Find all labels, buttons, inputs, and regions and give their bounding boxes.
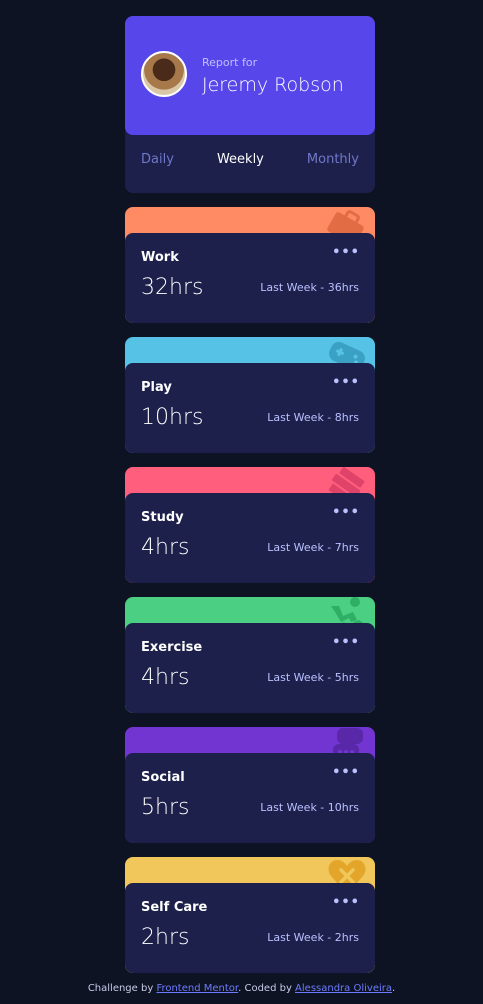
footer-suffix: . bbox=[392, 983, 396, 994]
activity-card-self-care: Self Care ••• 2hrs Last Week - 2hrs bbox=[125, 857, 375, 973]
avatar bbox=[141, 51, 187, 97]
profile-card: Report for Jeremy Robson Daily Weekly Mo… bbox=[125, 16, 375, 193]
author-link[interactable]: Alessandra Oliveira bbox=[295, 983, 392, 994]
activity-card-study: Study ••• 4hrs Last Week - 7hrs bbox=[125, 467, 375, 583]
card-body[interactable]: Work ••• 32hrs Last Week - 36hrs bbox=[125, 233, 375, 323]
card-title: Social bbox=[141, 770, 185, 785]
current-hours: 4hrs bbox=[141, 665, 190, 690]
footer-middle: . Coded by bbox=[238, 983, 296, 994]
tab-daily[interactable]: Daily bbox=[141, 152, 174, 167]
frontend-mentor-link[interactable]: Frontend Mentor bbox=[156, 983, 238, 994]
activity-card-exercise: Exercise ••• 4hrs Last Week - 5hrs bbox=[125, 597, 375, 713]
card-body[interactable]: Exercise ••• 4hrs Last Week - 5hrs bbox=[125, 623, 375, 713]
period-tabs: Daily Weekly Monthly bbox=[141, 152, 359, 167]
previous-hours: Last Week - 8hrs bbox=[267, 411, 359, 424]
ellipsis-menu-icon[interactable]: ••• bbox=[332, 895, 360, 910]
current-hours: 10hrs bbox=[141, 405, 204, 430]
previous-hours: Last Week - 2hrs bbox=[267, 931, 359, 944]
card-title: Self Care bbox=[141, 900, 208, 915]
report-for-label: Report for bbox=[202, 56, 258, 69]
previous-hours: Last Week - 7hrs bbox=[267, 541, 359, 554]
card-title: Study bbox=[141, 510, 184, 525]
tab-weekly[interactable]: Weekly bbox=[217, 152, 264, 167]
card-body[interactable]: Self Care ••• 2hrs Last Week - 2hrs bbox=[125, 883, 375, 973]
activity-card-play: Play ••• 10hrs Last Week - 8hrs bbox=[125, 337, 375, 453]
attribution-footer: Challenge by Frontend Mentor. Coded by A… bbox=[0, 983, 483, 994]
previous-hours: Last Week - 36hrs bbox=[260, 281, 359, 294]
card-body[interactable]: Play ••• 10hrs Last Week - 8hrs bbox=[125, 363, 375, 453]
ellipsis-menu-icon[interactable]: ••• bbox=[332, 245, 360, 260]
ellipsis-menu-icon[interactable]: ••• bbox=[332, 635, 360, 650]
ellipsis-menu-icon[interactable]: ••• bbox=[332, 375, 360, 390]
activity-card-work: Work ••• 32hrs Last Week - 36hrs bbox=[125, 207, 375, 323]
tab-monthly[interactable]: Monthly bbox=[307, 152, 359, 167]
current-hours: 32hrs bbox=[141, 275, 204, 300]
activity-card-social: Social ••• 5hrs Last Week - 10hrs bbox=[125, 727, 375, 843]
tracking-dashboard: Report for Jeremy Robson Daily Weekly Mo… bbox=[125, 16, 375, 973]
card-body[interactable]: Social ••• 5hrs Last Week - 10hrs bbox=[125, 753, 375, 843]
card-title: Play bbox=[141, 380, 172, 395]
previous-hours: Last Week - 10hrs bbox=[260, 801, 359, 814]
user-name: Jeremy Robson bbox=[202, 74, 344, 96]
ellipsis-menu-icon[interactable]: ••• bbox=[332, 765, 360, 780]
current-hours: 4hrs bbox=[141, 535, 190, 560]
card-title: Exercise bbox=[141, 640, 203, 655]
previous-hours: Last Week - 5hrs bbox=[267, 671, 359, 684]
profile-header: Report for Jeremy Robson bbox=[125, 16, 375, 135]
current-hours: 5hrs bbox=[141, 795, 190, 820]
card-body[interactable]: Study ••• 4hrs Last Week - 7hrs bbox=[125, 493, 375, 583]
card-title: Work bbox=[141, 250, 179, 265]
ellipsis-menu-icon[interactable]: ••• bbox=[332, 505, 360, 520]
current-hours: 2hrs bbox=[141, 925, 190, 950]
footer-prefix: Challenge by bbox=[87, 983, 157, 994]
